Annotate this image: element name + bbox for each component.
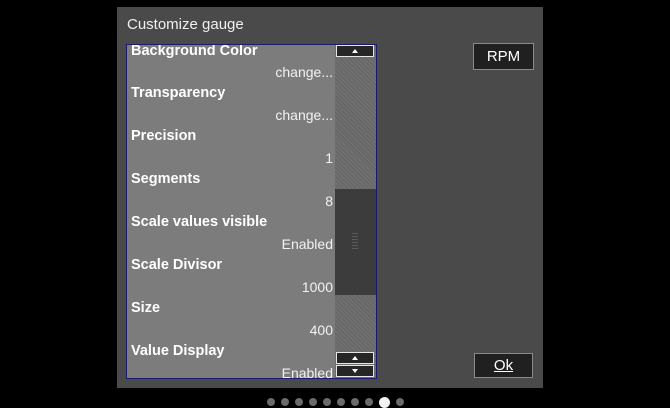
setting-label-transparency[interactable]: Transparency (131, 85, 225, 101)
setting-value-transparency[interactable]: change... (275, 107, 333, 123)
customize-gauge-dialog: Customize gauge Background Color change.… (117, 7, 543, 388)
scroll-up-button[interactable] (336, 45, 374, 57)
setting-value-background-color[interactable]: change... (275, 64, 333, 80)
page-dot[interactable] (336, 398, 345, 406)
page-dot[interactable] (395, 398, 404, 406)
scroll-page-up-button[interactable] (336, 352, 374, 364)
settings-scrollbar[interactable] (335, 45, 376, 378)
setting-value-precision[interactable]: 1 (325, 150, 333, 166)
page-dot[interactable] (294, 398, 303, 406)
setting-value-segments[interactable]: 8 (325, 193, 333, 209)
arrow-down-icon (352, 369, 358, 373)
setting-label-precision[interactable]: Precision (131, 128, 196, 144)
scroll-thumb[interactable] (335, 189, 376, 295)
settings-list[interactable]: Background Color change... Transparency … (126, 44, 377, 379)
arrow-up-icon (352, 49, 358, 53)
setting-value-value-display[interactable]: Enabled (282, 365, 333, 378)
page-dot[interactable] (266, 398, 275, 406)
setting-value-size[interactable]: 400 (310, 322, 333, 338)
setting-value-scale-divisor[interactable]: 1000 (302, 279, 333, 295)
page-dot-active[interactable] (378, 396, 390, 408)
page-dot[interactable] (364, 398, 373, 406)
ok-button-label: Ok (493, 357, 514, 374)
setting-label-background-color[interactable]: Background Color (131, 45, 257, 59)
scroll-down-button[interactable] (336, 365, 374, 377)
page-indicator (0, 396, 670, 408)
rpm-button[interactable]: RPM (473, 43, 534, 70)
dialog-title: Customize gauge (127, 16, 244, 33)
setting-label-size[interactable]: Size (131, 300, 160, 316)
page-dot[interactable] (280, 398, 289, 406)
grip-icon (352, 233, 358, 251)
page-dot[interactable] (350, 398, 359, 406)
page-dot[interactable] (322, 398, 331, 406)
setting-label-segments[interactable]: Segments (131, 171, 200, 187)
page-dot[interactable] (308, 398, 317, 406)
setting-label-scale-divisor[interactable]: Scale Divisor (131, 257, 222, 273)
ok-button[interactable]: Ok (474, 353, 533, 378)
arrow-up-icon (352, 356, 358, 360)
setting-label-scale-values-visible[interactable]: Scale values visible (131, 214, 267, 230)
setting-value-scale-values-visible[interactable]: Enabled (282, 236, 333, 252)
setting-label-value-display[interactable]: Value Display (131, 343, 225, 359)
